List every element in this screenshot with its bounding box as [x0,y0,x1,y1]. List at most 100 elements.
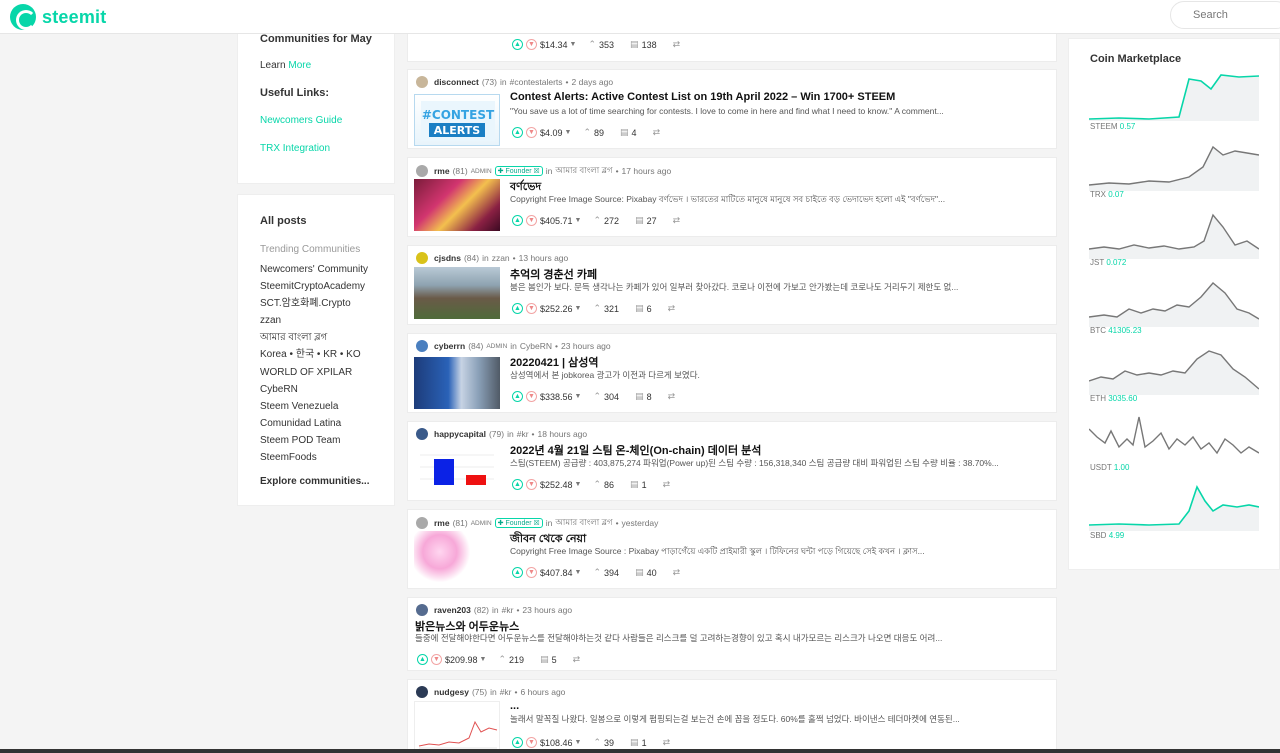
post-excerpt[interactable]: 삼성역에서 본 jobkorea 광고가 이전과 다르게 보였다. [510,369,1055,381]
steemit-logo[interactable]: steemit [10,4,106,30]
post-excerpt[interactable]: Copyright Free Image Source : Pixabay পা… [510,545,1055,559]
votes-count[interactable]: 39 [604,738,614,748]
post-time[interactable]: 18 hours ago [538,429,588,439]
downvote-icon[interactable]: ▼ [526,215,537,226]
trx-integration-link[interactable]: TRX Integration [260,143,330,154]
payout-value[interactable]: $108.46 [540,738,573,748]
post-card[interactable]: rme (81) ADMIN ✚ Founder ☒ in আমার বাংলা… [407,157,1057,237]
downvote-icon[interactable]: ▼ [431,654,442,665]
comment-icon[interactable]: ▤ [540,654,549,665]
post-time[interactable]: 23 hours ago [561,341,611,351]
post-thumbnail[interactable] [414,179,500,231]
post-excerpt[interactable]: "You save us a lot of time searching for… [510,106,1055,116]
post-title[interactable]: 20220421 | 삼성역 [510,354,599,370]
author-name[interactable]: raven203 [434,605,471,615]
community-link[interactable]: আমার বাংলা ব্লগ [555,516,612,530]
downvote-icon[interactable]: ▼ [526,737,537,748]
avatar[interactable] [416,604,428,616]
post-title[interactable]: ... [510,700,519,712]
downvote-icon[interactable]: ▼ [526,479,537,490]
community-link[interactable]: #kr [517,429,529,439]
community-link[interactable]: zzan [492,253,510,263]
jst-sparkline[interactable] [1089,205,1259,259]
comment-count[interactable]: 27 [647,216,657,226]
community-item[interactable]: SCT.암호화폐.Crypto [260,295,368,312]
post-excerpt[interactable]: 스팀(STEEM) 공급량 : 403,875,274 파워업(Power up… [510,457,1055,469]
downvote-icon[interactable]: ▼ [526,127,537,138]
chevron-down-icon[interactable]: ▼ [575,305,582,312]
steem-sparkline[interactable] [1089,67,1259,121]
comment-count[interactable]: 138 [642,40,657,50]
author-name[interactable]: rme [434,166,450,176]
chevron-down-icon[interactable]: ▼ [575,393,582,400]
community-link[interactable]: #contestalerts [510,77,563,87]
downvote-icon[interactable]: ▼ [526,303,537,314]
post-thumbnail[interactable]: #CONTEST ALERTS [414,94,500,146]
post-thumbnail[interactable] [414,445,500,497]
comment-count[interactable]: 8 [647,392,652,402]
upvote-icon[interactable]: ▲ [417,654,428,665]
post-excerpt[interactable]: 들중에 전달해야한다면 어두운뉴스를 전달해야하는것 같다 사람들은 리스크를 … [415,632,1050,644]
comment-count[interactable]: 40 [647,568,657,578]
post-card[interactable]: nudgesy (75) in #kr • 6 hours ago ... 놀래… [407,679,1057,753]
community-item[interactable]: Korea • 한국 • KR • KO [260,346,368,363]
post-time[interactable]: 17 hours ago [622,166,672,176]
reblog-icon[interactable]: ⇄ [668,303,676,314]
community-item[interactable]: zzan [260,312,368,329]
upvote-icon[interactable]: ▲ [512,127,523,138]
upvote-icon[interactable]: ▲ [512,567,523,578]
avatar[interactable] [416,517,428,529]
votes-count[interactable]: 272 [604,216,619,226]
author-name[interactable]: happycapital [434,429,486,439]
post-card[interactable]: happycapital (79) in #kr • 18 hours ago … [407,421,1057,501]
votes-count[interactable]: 86 [604,480,614,490]
chevron-down-icon[interactable]: ▼ [480,656,487,663]
chevron-down-icon[interactable]: ▼ [575,217,582,224]
comment-count[interactable]: 4 [632,128,637,138]
comment-count[interactable]: 1 [642,738,647,748]
votes-count[interactable]: 321 [604,304,619,314]
downvote-icon[interactable]: ▼ [526,567,537,578]
upvote-icon[interactable]: ▲ [512,39,523,50]
payout-value[interactable]: $405.71 [540,216,573,226]
community-link[interactable]: CybeRN [520,341,552,351]
post-time[interactable]: yesterday [622,518,659,528]
community-item[interactable]: আমার বাংলা ব্লগ [260,329,368,346]
payout-value[interactable]: $407.84 [540,568,573,578]
comment-count[interactable]: 1 [642,480,647,490]
community-item[interactable]: Newcomers' Community [260,261,368,278]
chevron-down-icon[interactable]: ▼ [575,481,582,488]
comment-icon[interactable]: ▤ [635,303,644,314]
chevron-down-icon[interactable]: ▼ [575,569,582,576]
votes-count[interactable]: 304 [604,392,619,402]
post-time[interactable]: 6 hours ago [521,687,566,697]
post-card[interactable]: disconnect (73) in #contestalerts • 2 da… [407,69,1057,149]
post-excerpt[interactable]: 놀래서 말꼭질 나왔다. 일봉으로 이렇게 펌핑되는걸 보는건 손에 꼽을 정도… [510,713,1055,725]
comment-icon[interactable]: ▤ [630,737,639,748]
comment-icon[interactable]: ▤ [635,215,644,226]
post-title[interactable]: Contest Alerts: Active Contest List on 1… [510,91,895,103]
author-name[interactable]: disconnect [434,77,479,87]
eth-sparkline[interactable] [1089,341,1259,395]
upvote-icon[interactable]: ▲ [512,391,523,402]
post-title[interactable]: 추억의 경춘선 카페 [510,266,597,282]
comment-icon[interactable]: ▤ [630,479,639,490]
post-thumbnail[interactable] [414,531,500,583]
newcomers-guide-link[interactable]: Newcomers Guide [260,115,342,126]
chevron-down-icon[interactable]: ▼ [570,41,577,48]
community-item[interactable]: Steem Venezuela [260,398,368,415]
author-name[interactable]: cyberrn [434,341,465,351]
upvote-icon[interactable]: ▲ [512,737,523,748]
upvote-icon[interactable]: ▲ [512,479,523,490]
explore-communities-link[interactable]: Explore communities... [260,476,369,487]
reblog-icon[interactable]: ⇄ [663,737,671,748]
community-item[interactable]: SteemFoods [260,449,368,466]
post-time[interactable]: 13 hours ago [519,253,569,263]
post-excerpt[interactable]: 붐은 봄인가 보다. 문득 생각나는 카페가 있어 일부러 찾아갔다. 코로나 … [510,281,1055,293]
upvote-icon[interactable]: ▲ [512,215,523,226]
chevron-down-icon[interactable]: ▼ [565,129,572,136]
downvote-icon[interactable]: ▼ [526,391,537,402]
all-posts-link[interactable]: All posts [260,215,306,227]
post-thumbnail[interactable] [414,701,500,753]
sbd-sparkline[interactable] [1089,477,1259,531]
